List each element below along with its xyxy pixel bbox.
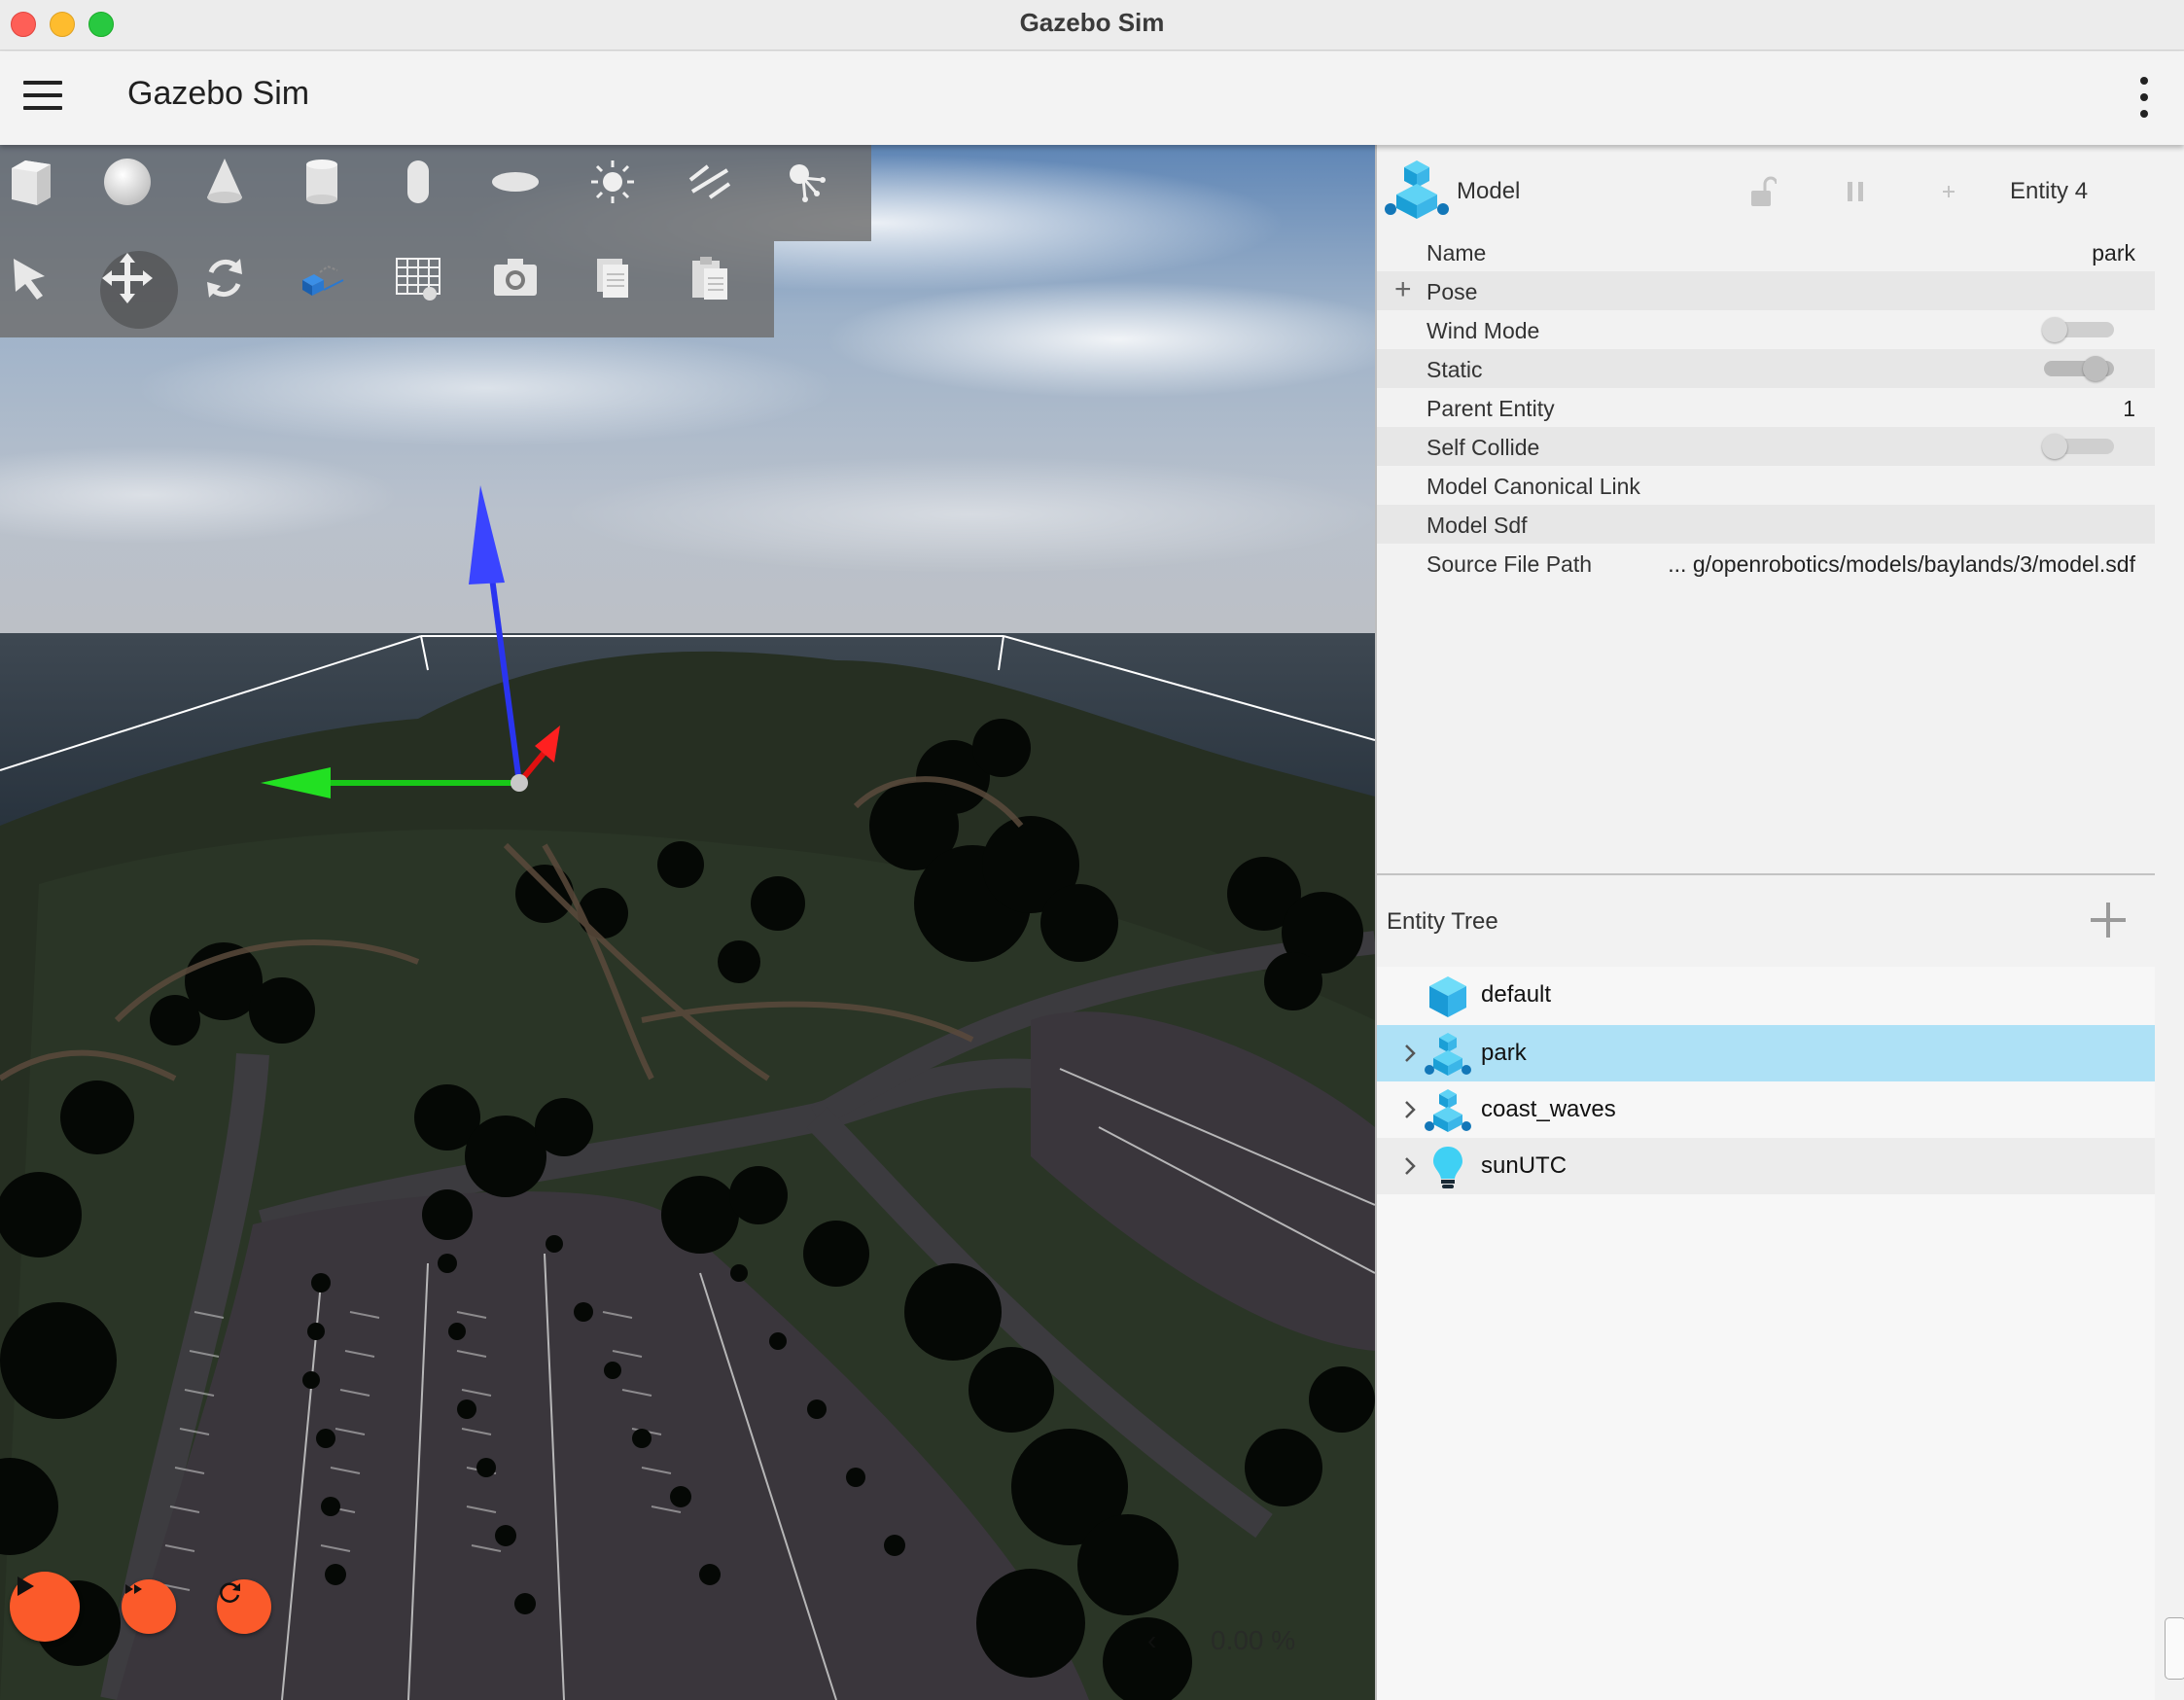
property-label: Pose	[1427, 279, 1478, 304]
reset-button[interactable]	[217, 1579, 271, 1634]
property-label: Static	[1427, 357, 1483, 382]
wind-mode-toggle[interactable]	[2042, 317, 2114, 342]
fast-forward-icon	[125, 1584, 142, 1594]
panel-scroll-handle[interactable]	[2165, 1617, 2184, 1680]
property-value: park	[2092, 240, 2135, 266]
real-time-factor: 0.00 %	[1211, 1625, 1296, 1655]
chevron-right-icon[interactable]	[1398, 1041, 1422, 1066]
lock-icon[interactable]	[1743, 174, 1781, 209]
grid-config-icon[interactable]	[391, 251, 469, 329]
property-label: Self Collide	[1427, 435, 1540, 460]
collapse-stats-icon[interactable]: ‹	[1147, 1625, 1156, 1656]
tree-item-sunutc[interactable]: sunUTC	[1377, 1138, 2155, 1194]
translate-icon[interactable]	[100, 251, 178, 329]
property-row-model-sdf: Model Sdf	[1377, 505, 2155, 544]
property-value: ... g/openrobotics/models/baylands/3/mod…	[1668, 551, 2135, 577]
select-arrow-icon[interactable]	[4, 251, 82, 329]
property-label: Parent Entity	[1427, 396, 1555, 421]
property-row-name: Name park	[1377, 232, 2155, 271]
property-value: 1	[2123, 396, 2135, 421]
self-collide-toggle[interactable]	[2042, 434, 2114, 459]
screenshot-icon[interactable]	[488, 251, 566, 329]
view-angle-icon[interactable]	[295, 251, 372, 329]
entity-id-label: Entity 4	[2010, 178, 2089, 204]
play-icon	[18, 1576, 34, 1596]
reset-icon	[220, 1582, 240, 1603]
tree-item-label: coast_waves	[1481, 1096, 1616, 1122]
shapes-toolbar	[0, 145, 871, 241]
entity-tree-header: Entity Tree	[1377, 875, 2155, 967]
model-icon	[1425, 1033, 1471, 1076]
model-icon	[1385, 160, 1449, 219]
property-label: Model Sdf	[1427, 513, 1528, 538]
step-button[interactable]	[122, 1579, 176, 1634]
property-row-pose[interactable]: + Pose	[1377, 271, 2155, 310]
spot-light-icon[interactable]	[683, 155, 760, 232]
property-row-static: Static	[1377, 349, 2155, 388]
property-row-source-file-path: Source File Path ... g/openrobotics/mode…	[1377, 544, 2155, 583]
cone-icon[interactable]	[197, 155, 275, 232]
pause-icon[interactable]	[1836, 174, 1875, 209]
entity-tree-title: Entity Tree	[1387, 908, 1498, 935]
right-panel: Model Entity 4 Name park + Pose Wind Mod…	[1375, 145, 2184, 1700]
light-bulb-icon	[1433, 1147, 1462, 1188]
property-label: Source File Path	[1427, 551, 1593, 577]
app-bar: Gazebo Sim	[0, 52, 2184, 145]
cylinder-icon[interactable]	[295, 155, 372, 232]
3d-viewport[interactable]: ‹ 0.00 %	[0, 145, 1375, 1700]
tree-item-coast-waves[interactable]: coast_waves	[1377, 1081, 2155, 1138]
tree-item-park[interactable]: park	[1377, 1025, 2155, 1081]
paste-icon[interactable]	[683, 251, 760, 329]
rotate-icon[interactable]	[197, 251, 275, 329]
component-inspector-header: Model Entity 4	[1377, 145, 2155, 238]
hamburger-menu-icon[interactable]	[23, 81, 62, 114]
add-entity-icon[interactable]	[2087, 899, 2130, 941]
entity-tree: default park coast_waves sunUTC	[1377, 967, 2155, 1700]
chevron-right-icon[interactable]	[1398, 1153, 1422, 1179]
transform-toolbar	[0, 241, 774, 337]
more-options-icon[interactable]	[2137, 77, 2149, 120]
model-icon	[1425, 1089, 1471, 1132]
sphere-icon[interactable]	[100, 155, 178, 232]
tree-item-label: default	[1481, 981, 1552, 1008]
tree-item-label: park	[1481, 1040, 1527, 1066]
capsule-icon[interactable]	[391, 155, 469, 232]
copy-icon[interactable]	[585, 251, 663, 329]
sun-icon[interactable]	[585, 155, 663, 232]
window-titlebar: Gazebo Sim	[0, 0, 2184, 51]
expand-plus-icon[interactable]: +	[1394, 275, 1412, 304]
property-row-wind-mode: Wind Mode	[1377, 310, 2155, 349]
property-row-self-collide: Self Collide	[1377, 427, 2155, 466]
property-row-parent-entity: Parent Entity 1	[1377, 388, 2155, 427]
property-label: Wind Mode	[1427, 318, 1540, 343]
ellipsoid-icon[interactable]	[488, 155, 566, 232]
add-component-icon[interactable]	[1929, 174, 1968, 209]
window-title: Gazebo Sim	[1019, 8, 1165, 37]
world-cube-icon	[1429, 976, 1466, 1017]
component-type-label: Model	[1457, 178, 1521, 204]
scene-render	[0, 145, 1375, 1700]
point-light-icon[interactable]	[780, 155, 858, 232]
chevron-right-icon[interactable]	[1398, 1097, 1422, 1122]
property-row-canonical-link: Model Canonical Link	[1377, 466, 2155, 505]
property-label: Model Canonical Link	[1427, 474, 1640, 499]
box-icon[interactable]	[4, 155, 82, 232]
tree-item-label: sunUTC	[1481, 1152, 1568, 1179]
static-toggle[interactable]	[2044, 356, 2114, 381]
property-label: Name	[1427, 240, 1487, 266]
tree-item-default[interactable]: default	[1377, 967, 2155, 1023]
app-title: Gazebo Sim	[127, 75, 310, 112]
play-button[interactable]	[10, 1572, 80, 1642]
